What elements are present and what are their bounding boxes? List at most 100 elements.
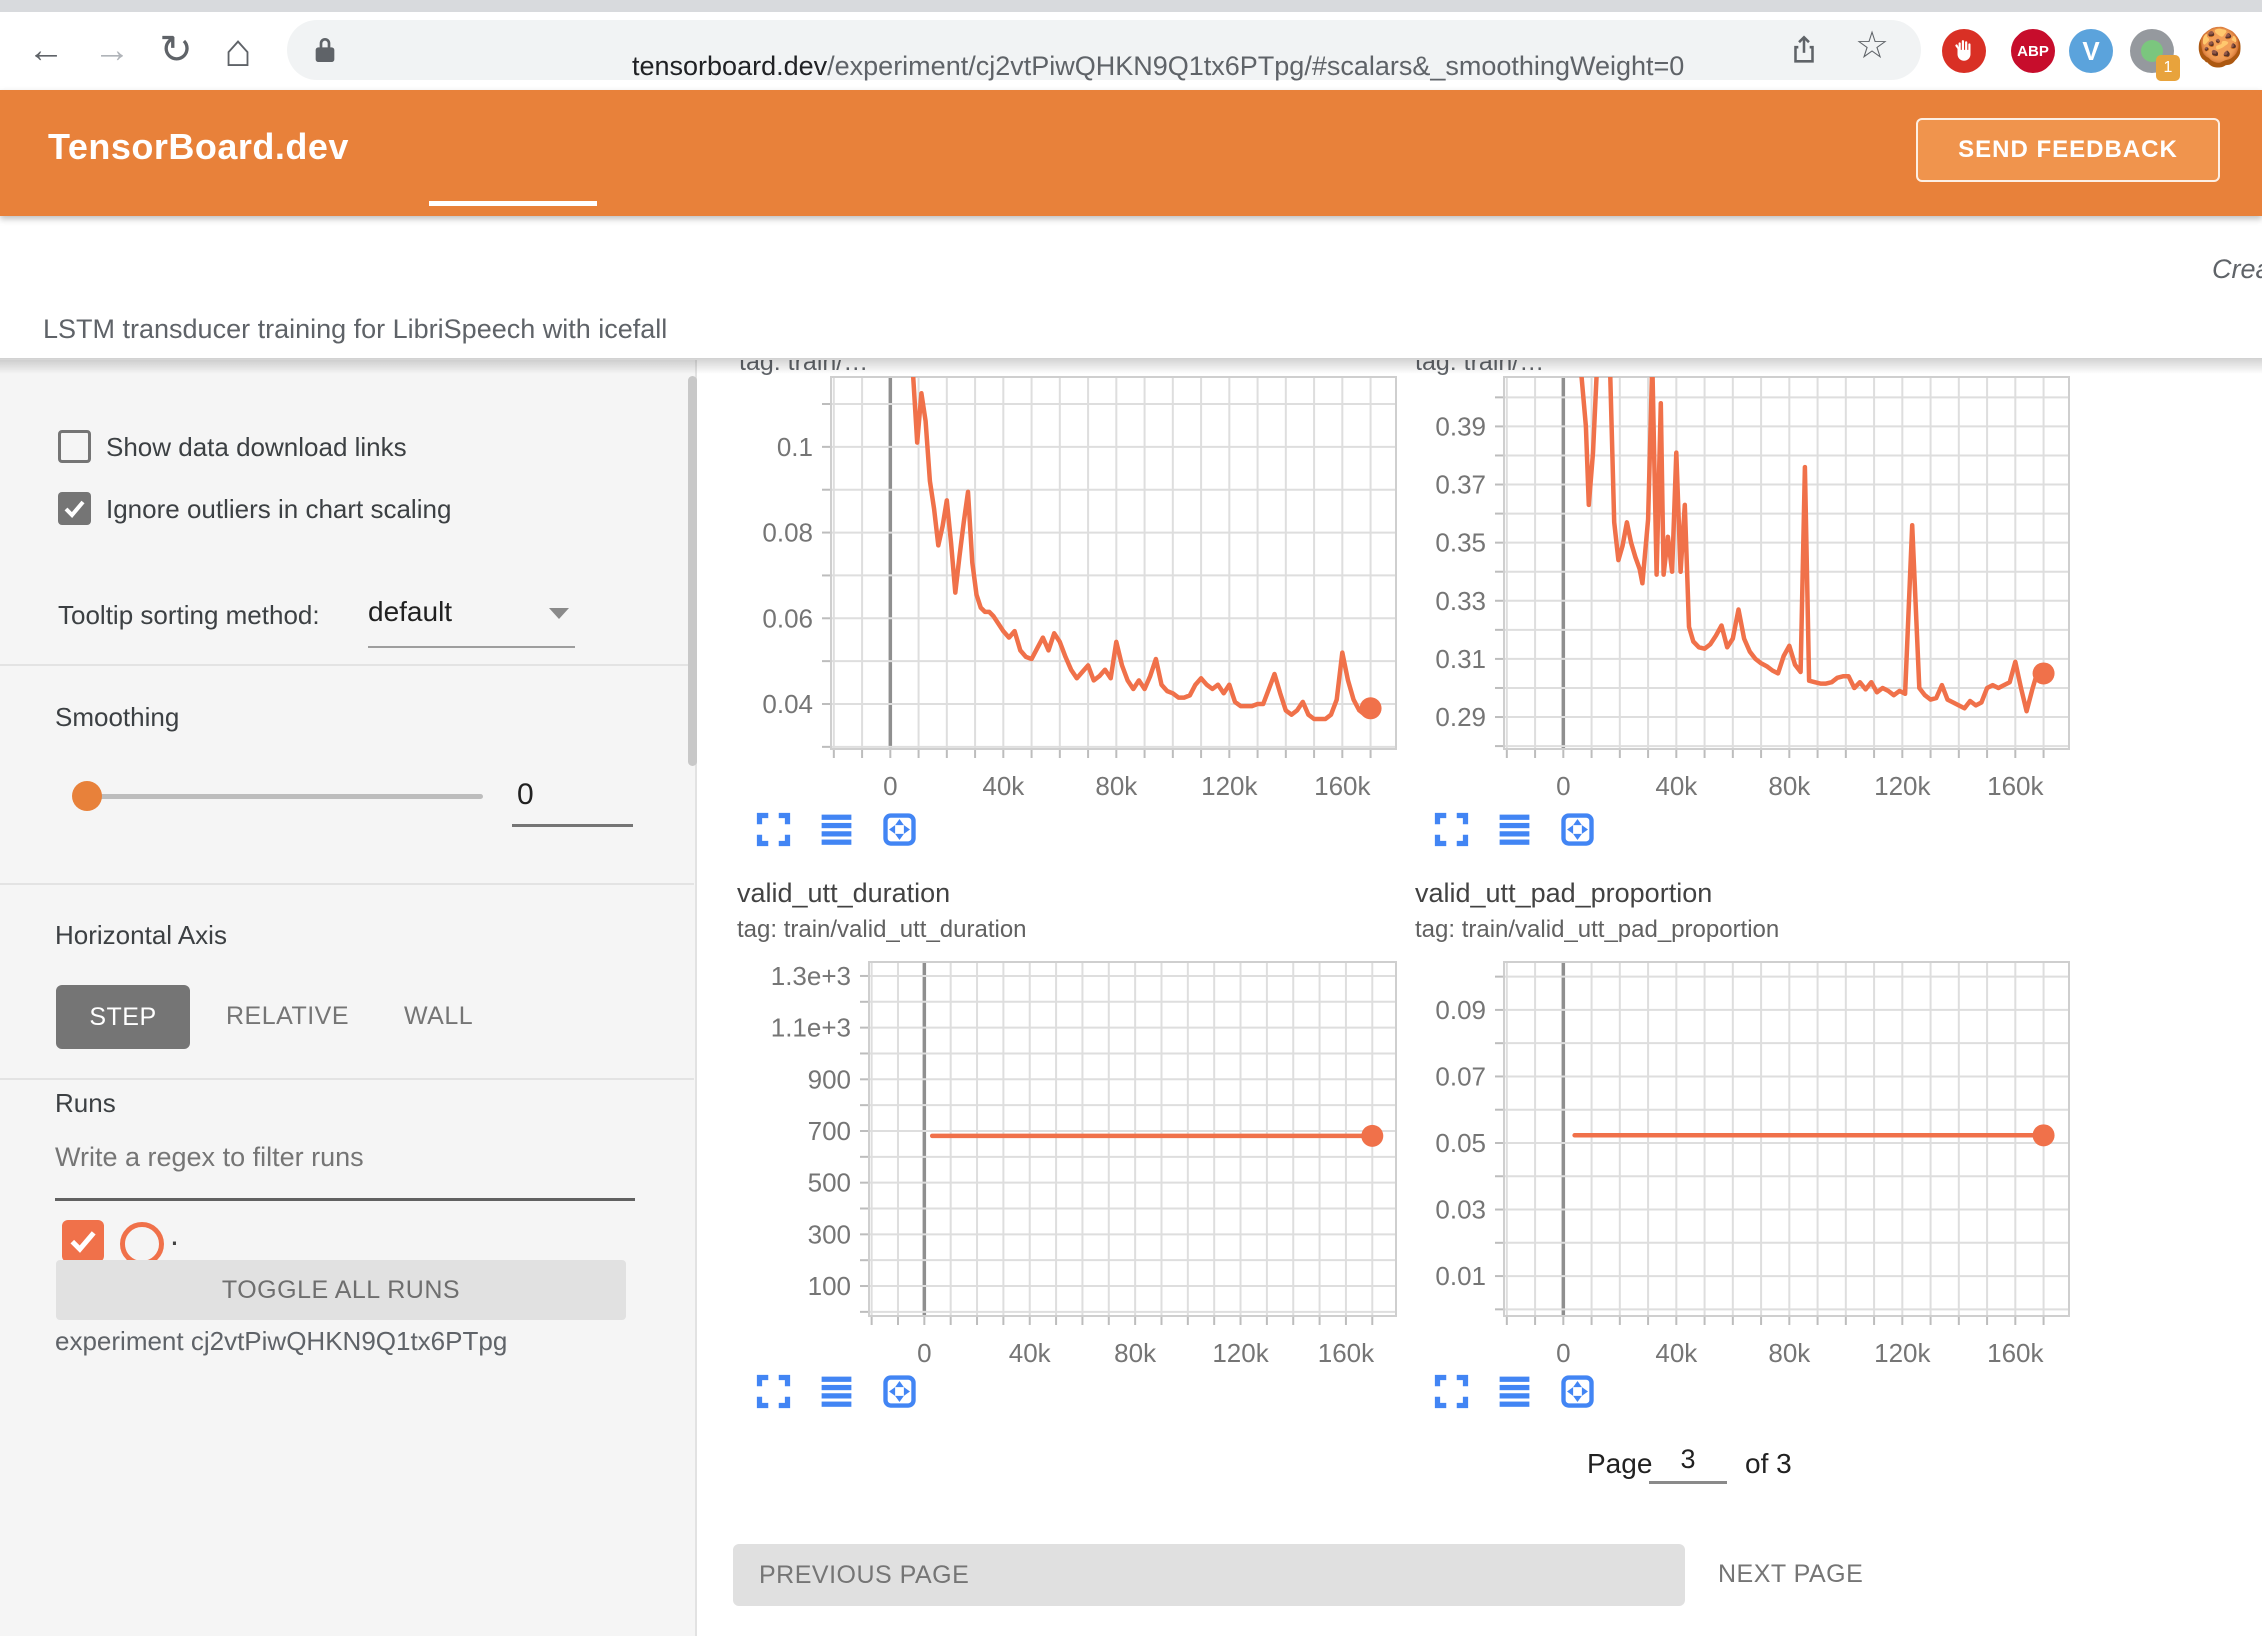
axis-step-button[interactable]: STEP [56, 985, 190, 1049]
bookmark-star-icon[interactable]: ☆ [1855, 23, 1889, 68]
svg-text:0.35: 0.35 [1435, 528, 1486, 558]
smoothing-value[interactable]: 0 [517, 778, 534, 812]
chevron-down-icon[interactable] [549, 608, 569, 619]
fit-domain-icon[interactable] [882, 1374, 917, 1409]
svg-text:900: 900 [808, 1064, 851, 1094]
reload-icon[interactable]: ↻ [152, 26, 200, 74]
smoothing-slider-thumb[interactable] [72, 781, 102, 811]
tab-distributions[interactable]: DISTRIBUTIONS [1006, 223, 1208, 251]
runs-filter-input[interactable]: Write a regex to filter runs [55, 1142, 364, 1173]
back-icon[interactable]: ← [22, 26, 70, 74]
runs-label: Runs [55, 1088, 116, 1119]
expand-icon[interactable] [756, 1374, 791, 1409]
log-scale-icon[interactable] [1497, 1374, 1532, 1409]
show-download-links-label: Show data download links [106, 432, 407, 463]
active-tab-underline [429, 201, 597, 206]
fit-domain-icon[interactable] [1560, 812, 1595, 847]
chart-actions [756, 812, 917, 847]
svg-text:160k: 160k [1318, 1338, 1375, 1368]
v-extension-icon[interactable]: V [2069, 29, 2113, 73]
chart-valid-utt-duration[interactable]: 1.3e+31.1e+3900700500300100040k80k120k16… [701, 952, 1401, 1372]
created-text-fragment: Crea [2212, 254, 2262, 285]
fit-domain-icon[interactable] [1560, 1374, 1595, 1409]
tab-text[interactable]: TEXT [1434, 223, 1500, 251]
chart-actions [1434, 1374, 1595, 1409]
smoothing-label: Smoothing [55, 702, 179, 733]
chart-title-valid-utt-pad-proportion: valid_utt_pad_proportion [1415, 878, 1712, 909]
svg-text:0: 0 [883, 771, 897, 801]
svg-text:120k: 120k [1874, 771, 1931, 801]
show-download-links-checkbox[interactable] [58, 430, 91, 463]
svg-text:160k: 160k [1987, 1338, 2044, 1368]
tab-graphs[interactable]: GRAPHS [626, 223, 736, 251]
svg-text:80k: 80k [1114, 1338, 1157, 1368]
stop-hand-extension-icon[interactable] [1942, 29, 1986, 73]
chart-tag-valid-utt-pad-proportion: tag: train/valid_utt_pad_proportion [1415, 916, 1779, 944]
svg-text:160k: 160k [1314, 771, 1371, 801]
log-scale-icon[interactable] [1497, 812, 1532, 847]
experiment-title: LSTM transducer training for LibriSpeech… [43, 314, 667, 345]
chart-tag-valid-utt-duration: tag: train/valid_utt_duration [737, 916, 1027, 944]
next-page-button[interactable]: NEXT PAGE [1718, 1560, 1863, 1589]
scrollbar-thumb[interactable] [688, 376, 697, 766]
chart-valid-utt-pad-proportion[interactable]: 0.090.070.050.030.01040k80k120k160k [1374, 952, 2074, 1372]
svg-text:0.37: 0.37 [1435, 470, 1486, 500]
smoothing-value-underline [512, 824, 633, 827]
charts-area: tag: train/… tag: train/… 0.10.080.060.0… [697, 360, 2262, 1636]
smoothing-slider-track[interactable] [75, 794, 483, 799]
ignore-outliers-checkbox[interactable] [58, 492, 91, 525]
window-top-strip [0, 0, 2262, 12]
svg-text:0.09: 0.09 [1435, 995, 1486, 1025]
chart-train-metric-1[interactable]: 0.10.080.060.04040k80k120k160k [701, 374, 1401, 806]
profile-extension-icon[interactable]: 1 [2130, 29, 2174, 73]
send-feedback-button[interactable]: SEND FEEDBACK [1916, 118, 2220, 182]
tooltip-sorting-select[interactable]: default [368, 596, 452, 628]
svg-text:40k: 40k [982, 771, 1025, 801]
expand-icon[interactable] [1434, 812, 1469, 847]
svg-text:1.1e+3: 1.1e+3 [771, 1013, 851, 1043]
chart-train-metric-2[interactable]: 0.390.370.350.330.310.29040k80k120k160k [1374, 374, 2074, 806]
tab-scalars[interactable]: SCALARS [455, 223, 579, 251]
abp-extension-icon[interactable]: ABP [2011, 29, 2055, 73]
chart-actions [1434, 812, 1595, 847]
tab-histograms[interactable]: HISTOGRAMS [781, 223, 955, 251]
log-scale-icon[interactable] [819, 1374, 854, 1409]
home-icon[interactable]: ⌂ [214, 26, 262, 74]
forward-icon[interactable]: → [88, 26, 136, 74]
divider [0, 664, 694, 666]
svg-text:80k: 80k [1768, 1338, 1811, 1368]
url-text: tensorboard.dev/experiment/cj2vtPiwQHKN9… [632, 51, 1684, 82]
run-checkbox[interactable] [62, 1220, 104, 1262]
svg-text:40k: 40k [1655, 771, 1698, 801]
cookie-extension-icon[interactable]: 🍪 [2196, 26, 2243, 70]
svg-text:700: 700 [808, 1116, 851, 1146]
toggle-all-runs-button[interactable]: TOGGLE ALL RUNS [56, 1260, 626, 1320]
fit-domain-icon[interactable] [882, 812, 917, 847]
expand-icon[interactable] [1434, 1374, 1469, 1409]
extension-badge: 1 [2156, 55, 2180, 81]
svg-text:500: 500 [808, 1168, 851, 1198]
log-scale-icon[interactable] [819, 812, 854, 847]
svg-text:0.33: 0.33 [1435, 586, 1486, 616]
tab-hparams[interactable]: HPARAMS [1258, 223, 1386, 251]
divider [0, 1078, 694, 1080]
browser-chrome: ← → ↻ ⌂ tensorboard.dev/experiment/cj2vt… [0, 0, 2262, 90]
chart-actions [756, 1374, 917, 1409]
page-number-input[interactable] [1649, 1442, 1727, 1484]
axis-relative-button[interactable]: RELATIVE [226, 1002, 349, 1031]
address-bar[interactable]: tensorboard.dev/experiment/cj2vtPiwQHKN9… [287, 20, 1921, 80]
svg-text:100: 100 [808, 1271, 851, 1301]
svg-text:80k: 80k [1768, 771, 1811, 801]
page-of-label: of 3 [1745, 1448, 1792, 1480]
app-logo[interactable]: TensorBoard.dev [48, 126, 349, 168]
svg-text:0.03: 0.03 [1435, 1195, 1486, 1225]
share-icon[interactable] [1787, 33, 1821, 72]
lock-icon [309, 34, 341, 71]
expand-icon[interactable] [756, 812, 791, 847]
run-name: . [170, 1216, 179, 1253]
previous-page-button[interactable]: PREVIOUS PAGE [733, 1544, 1685, 1606]
horizontal-axis-label: Horizontal Axis [55, 920, 227, 951]
app-header: TensorBoard.dev SCALARS GRAPHS HISTOGRAM… [0, 90, 2262, 216]
axis-wall-button[interactable]: WALL [404, 1002, 473, 1031]
svg-text:0.39: 0.39 [1435, 411, 1486, 441]
